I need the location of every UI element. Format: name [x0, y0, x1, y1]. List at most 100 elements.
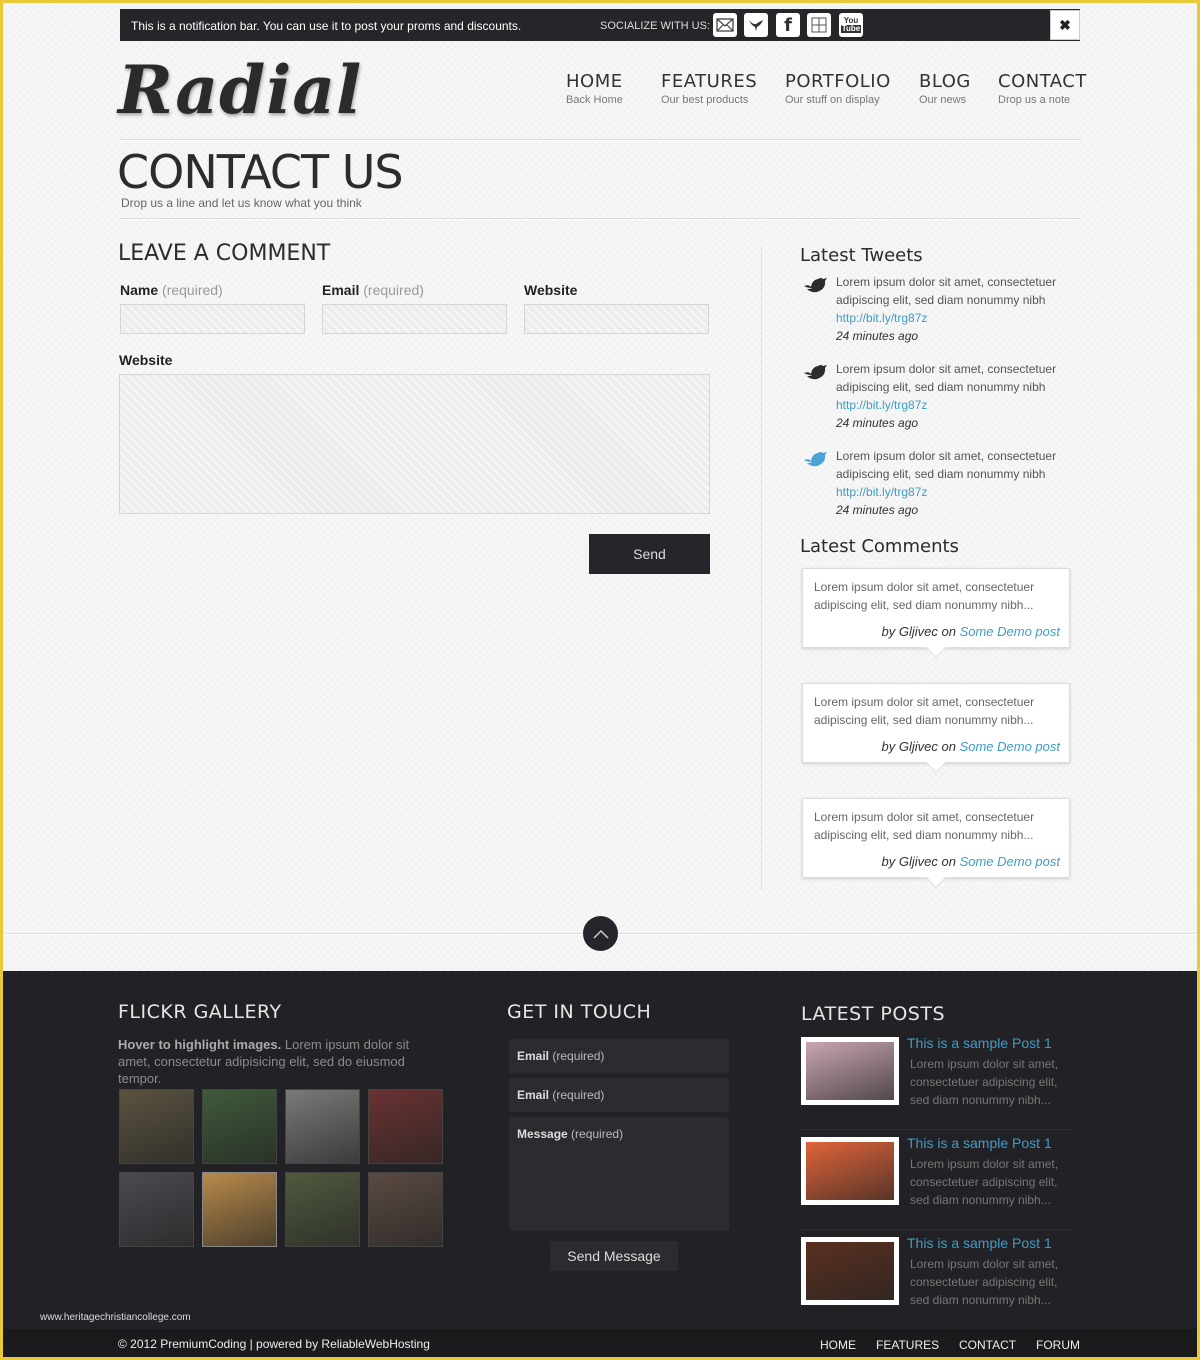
- nav-title: FEATURES: [661, 71, 758, 92]
- nav-item-home[interactable]: HOME Back Home: [566, 71, 623, 106]
- comment-card: Lorem ipsum dolor sit amet, consectetuer…: [802, 683, 1070, 773]
- send-message-button[interactable]: Send Message: [550, 1241, 678, 1271]
- message-textarea[interactable]: [119, 374, 710, 514]
- twitter-bird-icon: [804, 278, 827, 293]
- field-label: Message: [517, 1127, 568, 1141]
- email-label: Email (required): [322, 282, 424, 298]
- footer-nav-home[interactable]: HOME: [820, 1338, 856, 1352]
- nav-item-portfolio[interactable]: PORTFOLIO Our stuff on display: [785, 71, 891, 106]
- tweet-link[interactable]: http://bit.ly/trg87z: [836, 396, 1071, 414]
- footer-message-textarea[interactable]: Message (required): [509, 1117, 729, 1231]
- comment-text: Lorem ipsum dolor sit amet, consectetuer…: [814, 580, 1035, 612]
- footer-email-input[interactable]: Email (required): [509, 1039, 729, 1073]
- field-label: Email: [517, 1049, 550, 1063]
- post-title[interactable]: This is a sample Post 1: [907, 1235, 1052, 1251]
- flickr-thumb[interactable]: [285, 1089, 360, 1164]
- nav-subtitle: Our stuff on display: [785, 94, 880, 106]
- tweet-item: Lorem ipsum dolor sit amet, consectetuer…: [801, 447, 1071, 519]
- post-thumbnail[interactable]: [801, 1137, 899, 1205]
- comment-author: by Gljivec on: [881, 854, 956, 869]
- comment-card: Lorem ipsum dolor sit amet, consectetuer…: [802, 798, 1070, 888]
- tweets-heading: Latest Tweets: [800, 245, 923, 266]
- nav-title: BLOG: [919, 71, 971, 92]
- send-button[interactable]: Send: [589, 534, 710, 574]
- field-hint: (required): [552, 1088, 605, 1102]
- flickr-thumb[interactable]: [368, 1172, 443, 1247]
- comment-author: by Gljivec on: [881, 624, 956, 639]
- name-input[interactable]: [120, 304, 305, 334]
- name-label: Name (required): [120, 282, 223, 298]
- nav-item-contact[interactable]: CONTACT Drop us a note: [998, 71, 1087, 106]
- comment-card: Lorem ipsum dolor sit amet, consectetuer…: [802, 568, 1070, 658]
- flickr-heading: FLICKR GALLERY: [118, 1001, 282, 1023]
- post-image: [806, 1242, 894, 1300]
- post-title[interactable]: This is a sample Post 1: [907, 1135, 1052, 1151]
- nav-title: CONTACT: [998, 71, 1087, 92]
- footer-nav-features[interactable]: FEATURES: [876, 1338, 939, 1352]
- field-label: Email: [517, 1088, 550, 1102]
- comment-byline: by Gljivec on Some Demo post: [882, 623, 1060, 641]
- post-excerpt: Lorem ipsum dolor sit amet, consectetuer…: [910, 1157, 1059, 1207]
- delicious-icon[interactable]: [807, 13, 831, 37]
- comment-post-link[interactable]: Some Demo post: [960, 739, 1060, 754]
- footer-nav-forum[interactable]: FORUM: [1036, 1338, 1080, 1352]
- tweet-time: 24 minutes ago: [836, 416, 919, 430]
- notification-message: This is a notification bar. You can use …: [131, 19, 522, 33]
- footer-email-input-2[interactable]: Email (required): [509, 1078, 729, 1112]
- tweet-link[interactable]: http://bit.ly/trg87z: [836, 309, 1071, 327]
- watermark: www.heritagechristiancollege.com: [40, 1312, 191, 1323]
- facebook-icon[interactable]: f: [776, 13, 800, 37]
- page-title: CONTACT US: [117, 145, 404, 199]
- page-subtitle: Drop us a line and let us know what you …: [121, 196, 362, 210]
- nav-subtitle: Drop us a note: [998, 94, 1071, 106]
- flickr-thumb[interactable]: [285, 1172, 360, 1247]
- comment-byline: by Gljivec on Some Demo post: [882, 853, 1060, 871]
- nav-item-blog[interactable]: BLOG Our news: [919, 71, 971, 106]
- flickr-thumb-highlighted[interactable]: [202, 1172, 277, 1247]
- post-thumbnail[interactable]: [801, 1237, 899, 1305]
- youtube-icon[interactable]: You Tube: [839, 13, 863, 37]
- email-input[interactable]: [322, 304, 507, 334]
- post-image: [806, 1142, 894, 1200]
- tweet-text: Lorem ipsum dolor sit amet, consectetuer…: [836, 449, 1057, 481]
- bottom-bar: © 2012 PremiumCoding | powered by Reliab…: [3, 1329, 1197, 1357]
- post-thumbnail[interactable]: [801, 1037, 899, 1105]
- tweet-time: 24 minutes ago: [836, 503, 919, 517]
- nav-item-features[interactable]: FEATURES Our best products: [661, 71, 757, 106]
- tweet-link[interactable]: http://bit.ly/trg87z: [836, 483, 1071, 501]
- label-text: Email: [322, 282, 360, 298]
- post-image: [806, 1042, 894, 1100]
- close-notification-button[interactable]: ✖: [1050, 10, 1080, 40]
- nav-subtitle: Our best products: [661, 94, 749, 106]
- message-label: Website: [119, 352, 173, 368]
- back-to-top-button[interactable]: [583, 916, 618, 951]
- flickr-thumb[interactable]: [368, 1089, 443, 1164]
- callout-arrow: [926, 638, 946, 658]
- website-input[interactable]: [524, 304, 709, 334]
- comment-text: Lorem ipsum dolor sit amet, consectetuer…: [814, 695, 1035, 727]
- callout-arrow: [926, 868, 946, 888]
- notification-bar: This is a notification bar. You can use …: [120, 9, 1080, 41]
- post-title[interactable]: This is a sample Post 1: [907, 1035, 1052, 1051]
- flickr-thumb[interactable]: [202, 1089, 277, 1164]
- email-icon[interactable]: [713, 13, 737, 37]
- logo[interactable]: Radial: [118, 51, 362, 129]
- callout-arrow: [926, 753, 946, 773]
- flickr-thumb[interactable]: [119, 1172, 194, 1247]
- flickr-thumb[interactable]: [119, 1089, 194, 1164]
- label-hint: (required): [363, 282, 424, 298]
- field-hint: (required): [552, 1049, 605, 1063]
- website-label: Website: [524, 282, 578, 298]
- nav-subtitle: Back Home: [566, 94, 623, 106]
- comment-post-link[interactable]: Some Demo post: [960, 624, 1060, 639]
- chevron-up-icon: [592, 929, 609, 939]
- tweet-text: Lorem ipsum dolor sit amet, consectetuer…: [836, 362, 1057, 394]
- copyright: © 2012 PremiumCoding | powered by Reliab…: [118, 1337, 430, 1351]
- twitter-icon[interactable]: [744, 13, 768, 37]
- footer: FLICKR GALLERY Hover to highlight images…: [3, 971, 1197, 1357]
- post-item[interactable]: This is a sample Post 1 Lorem ipsum dolo…: [801, 1235, 1071, 1330]
- post-item[interactable]: This is a sample Post 1 Lorem ipsum dolo…: [801, 1035, 1071, 1130]
- footer-nav-contact[interactable]: CONTACT: [959, 1338, 1016, 1352]
- post-item[interactable]: This is a sample Post 1 Lorem ipsum dolo…: [801, 1135, 1071, 1230]
- comment-post-link[interactable]: Some Demo post: [960, 854, 1060, 869]
